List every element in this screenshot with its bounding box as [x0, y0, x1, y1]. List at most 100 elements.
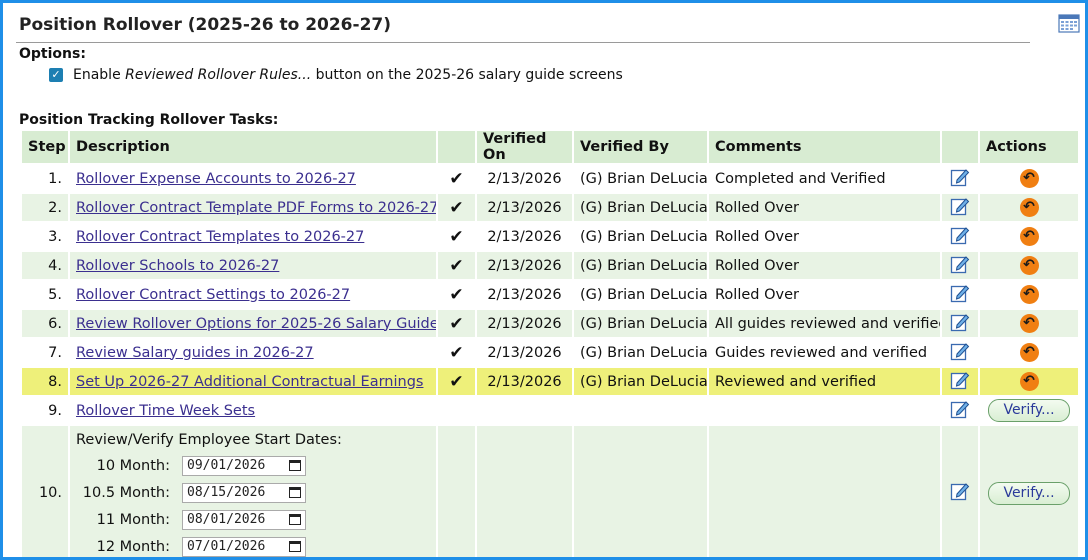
comment: Rolled Over [709, 223, 940, 250]
verify-button[interactable]: Verify... [988, 399, 1070, 422]
tasks-table: Step Description Verified On Verified By… [20, 129, 1080, 557]
table-row: 6. Review Rollover Options for 2025-26 S… [22, 310, 1078, 337]
edit-comment-icon[interactable] [950, 481, 970, 501]
verified-by [574, 426, 707, 557]
enable-rollover-rules-checkbox[interactable]: ✓ [49, 68, 63, 82]
undo-rollover-icon[interactable]: ↶ [1019, 198, 1039, 217]
verify-button[interactable]: Verify... [988, 481, 1070, 505]
verified-check: ✔ [438, 252, 475, 279]
task-link[interactable]: Rollover Time Week Sets [76, 403, 255, 419]
task-link[interactable]: Rollover Contract Templates to 2026-27 [76, 229, 364, 245]
start-date-input[interactable]: 07/01/2026 [182, 536, 306, 557]
col-edit [942, 131, 978, 163]
verified-check: ✔ [438, 223, 475, 250]
task-link[interactable]: Rollover Contract Template PDF Forms to … [76, 200, 436, 216]
edit-comment-icon[interactable] [950, 167, 970, 187]
undo-rollover-icon[interactable]: ↶ [1019, 314, 1039, 333]
verified-by: (G) Brian DeLucia [574, 194, 707, 221]
verified-by: (G) Brian DeLucia [574, 310, 707, 337]
table-row: 9. Rollover Time Week Sets Verify... [22, 397, 1078, 424]
step-number: 8. [22, 368, 68, 395]
verified-on: 2/13/2026 [477, 368, 572, 395]
task-link[interactable]: Rollover Schools to 2026-27 [76, 258, 279, 274]
edit-cell [942, 194, 978, 221]
verified-on: 2/13/2026 [477, 194, 572, 221]
verified-by: (G) Brian DeLucia [574, 165, 707, 192]
start-date-input[interactable]: 09/01/2026 [182, 455, 306, 476]
verified-check: ✔ [438, 310, 475, 337]
verified-check [438, 426, 475, 557]
description-cell: Rollover Contract Templates to 2026-27 [70, 223, 436, 250]
edit-comment-icon[interactable] [950, 341, 970, 361]
verified-check: ✔ [438, 368, 475, 395]
step-number: 3. [22, 223, 68, 250]
edit-comment-icon[interactable] [950, 254, 970, 274]
undo-rollover-icon[interactable]: ↶ [1019, 169, 1039, 188]
action-cell: ↶ [980, 165, 1078, 192]
edit-cell [942, 426, 978, 557]
edit-comment-icon[interactable] [950, 312, 970, 332]
page-title: Position Rollover (2025-26 to 2026-27) [19, 15, 391, 35]
verified-by [574, 397, 707, 424]
verified-by: (G) Brian DeLucia [574, 223, 707, 250]
comment: Completed and Verified [709, 165, 940, 192]
step-number: 7. [22, 339, 68, 366]
action-cell: Verify... [980, 426, 1078, 557]
calendar-icon[interactable] [289, 541, 301, 552]
edit-cell [942, 368, 978, 395]
description-cell: Set Up 2026-27 Additional Contractual Ea… [70, 368, 436, 395]
calendar-icon[interactable] [289, 514, 301, 525]
undo-rollover-icon[interactable]: ↶ [1019, 285, 1039, 304]
description-cell: Review Salary guides in 2026-27 [70, 339, 436, 366]
undo-rollover-icon[interactable]: ↶ [1019, 227, 1039, 246]
comment [709, 397, 940, 424]
edit-comment-icon[interactable] [950, 283, 970, 303]
task-link[interactable]: Rollover Expense Accounts to 2026-27 [76, 171, 356, 187]
edit-cell [942, 310, 978, 337]
action-cell: ↶ [980, 339, 1078, 366]
calendar-icon[interactable] [1058, 13, 1080, 33]
action-cell: ↶ [980, 310, 1078, 337]
table-row: 10. Review/Verify Employee Start Dates: … [22, 426, 1078, 557]
verified-on [477, 426, 572, 557]
title-bar: Position Rollover (2025-26 to 2026-27) [16, 8, 1030, 43]
start-date-row: 10.5 Month: 08/15/2026 [76, 479, 430, 506]
edit-cell [942, 397, 978, 424]
edit-cell [942, 223, 978, 250]
edit-comment-icon[interactable] [950, 370, 970, 390]
task-link[interactable]: Review Rollover Options for 2025-26 Sala… [76, 316, 436, 332]
col-verified-on: Verified On [477, 131, 572, 163]
comment: Guides reviewed and verified [709, 339, 940, 366]
edit-comment-icon[interactable] [950, 196, 970, 216]
col-comments: Comments [709, 131, 940, 163]
calendar-icon[interactable] [289, 487, 301, 498]
task-link[interactable]: Review Salary guides in 2026-27 [76, 345, 314, 361]
calendar-icon[interactable] [289, 460, 301, 471]
start-date-input[interactable]: 08/01/2026 [182, 509, 306, 530]
undo-rollover-icon[interactable]: ↶ [1019, 372, 1039, 391]
table-row: 5. Rollover Contract Settings to 2026-27… [22, 281, 1078, 308]
start-date-label: 12 Month: [96, 538, 170, 555]
option-reviewed-rollover: ✓ Enable Reviewed Rollover Rules... butt… [49, 67, 623, 83]
step-number: 5. [22, 281, 68, 308]
start-date-input[interactable]: 08/15/2026 [182, 482, 306, 503]
step-number: 6. [22, 310, 68, 337]
verified-check: ✔ [438, 194, 475, 221]
edit-cell [942, 339, 978, 366]
edit-comment-icon[interactable] [950, 399, 970, 419]
step-number: 9. [22, 397, 68, 424]
task-link[interactable]: Rollover Contract Settings to 2026-27 [76, 287, 350, 303]
task-link[interactable]: Set Up 2026-27 Additional Contractual Ea… [76, 374, 423, 390]
action-cell: ↶ [980, 194, 1078, 221]
verified-by: (G) Brian DeLucia [574, 368, 707, 395]
start-date-label: 10.5 Month: [82, 484, 170, 501]
comment: All guides reviewed and verified [709, 310, 940, 337]
description-cell: Rollover Contract Template PDF Forms to … [70, 194, 436, 221]
table-row: 1. Rollover Expense Accounts to 2026-27 … [22, 165, 1078, 192]
table-row: 7. Review Salary guides in 2026-27 ✔ 2/1… [22, 339, 1078, 366]
undo-rollover-icon[interactable]: ↶ [1019, 256, 1039, 275]
verified-on: 2/13/2026 [477, 339, 572, 366]
description-cell: Rollover Time Week Sets [70, 397, 436, 424]
edit-comment-icon[interactable] [950, 225, 970, 245]
undo-rollover-icon[interactable]: ↶ [1019, 343, 1039, 362]
